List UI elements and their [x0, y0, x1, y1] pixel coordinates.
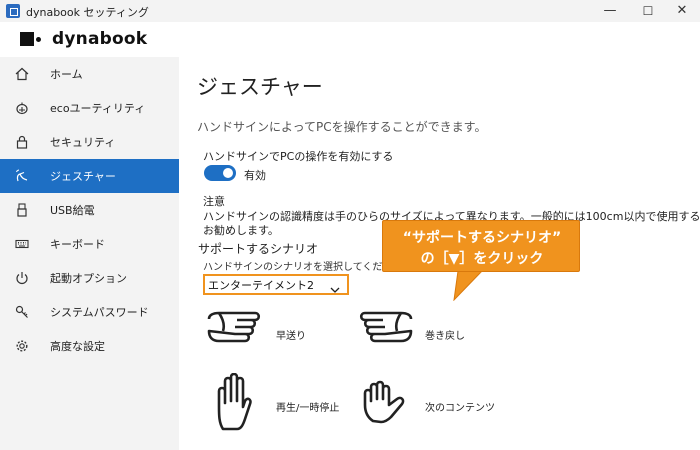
gesture-toggle-switch[interactable]	[204, 165, 236, 181]
maximize-icon[interactable]: ☐	[630, 0, 666, 22]
scenario-heading: サポートするシナリオ	[198, 242, 319, 256]
keyboard-icon	[14, 236, 30, 252]
gesture-label: 再生/一時停止	[276, 403, 340, 414]
page-description: ハンドサインによってPCを操作することができます。	[197, 120, 487, 134]
chevron-down-icon[interactable]	[330, 280, 340, 293]
sidebar-item-label: ジェスチャー	[50, 170, 116, 183]
sidebar-item-eco[interactable]: ecoユーティリティ	[0, 91, 179, 125]
home-icon	[14, 66, 30, 82]
sidebar-item-label: ホーム	[50, 68, 83, 81]
sidebar-item-label: ecoユーティリティ	[50, 102, 146, 115]
sidebar-item-label: システムパスワード	[50, 306, 149, 319]
sidebar-item-gesture[interactable]: ジェスチャー	[0, 159, 179, 193]
sidebar-item-label: 高度な設定	[50, 340, 105, 353]
sidebar-item-home[interactable]: ホーム	[0, 57, 179, 91]
minimize-icon[interactable]: —	[592, 0, 628, 22]
hand-thumb-icon	[363, 380, 405, 424]
usb-icon	[14, 202, 30, 218]
logo-mark-icon	[20, 31, 44, 47]
callout-pointer	[453, 271, 483, 301]
sidebar-item-keyboard[interactable]: キーボード	[0, 227, 179, 261]
brand-name: dynabook	[52, 29, 148, 49]
sidebar-item-usb[interactable]: USB給電	[0, 193, 179, 227]
callout-box: “サポートするシナリオ” の［▼］をクリック	[382, 220, 580, 272]
sidebar: ホーム ecoユーティリティ セキュリティ ジェスチャー USB給電 キーボード	[0, 57, 179, 450]
toggle-state-text: 有効	[244, 169, 266, 182]
title-bar: dynabook セッティング — ☐ ✕	[0, 0, 700, 22]
gesture-label: 早送り	[276, 331, 306, 342]
brand-logo: dynabook	[20, 28, 147, 50]
eco-icon	[14, 100, 30, 116]
callout-text-line2: の［▼］をクリック	[420, 251, 544, 267]
gesture-label: 巻き戻し	[425, 331, 465, 342]
lock-icon	[14, 134, 30, 150]
sidebar-item-advanced[interactable]: 高度な設定	[0, 329, 179, 363]
scenario-select[interactable]: エンターテイメント2	[206, 277, 346, 293]
toggle-knob	[223, 168, 233, 178]
sidebar-item-label: セキュリティ	[50, 136, 116, 149]
sidebar-item-boot-options[interactable]: 起動オプション	[0, 261, 179, 295]
open-palm-icon	[217, 373, 252, 431]
gear-icon	[14, 338, 30, 354]
callout-text-line1: “サポートするシナリオ”	[402, 230, 562, 246]
note-heading: 注意	[203, 195, 225, 208]
scenario-select-value: エンターテイメント2	[208, 278, 314, 292]
scenario-description: ハンドサインのシナリオを選択してください。	[203, 262, 413, 273]
toggle-label: ハンドサインでPCの操作を有効にする	[203, 150, 394, 163]
window-title: dynabook セッティング	[26, 6, 149, 19]
sidebar-item-label: 起動オプション	[50, 272, 127, 285]
app-icon	[6, 4, 20, 18]
main-panel: ジェスチャー ハンドサインによってPCを操作することができます。 ハンドサインで…	[179, 57, 700, 450]
sidebar-item-label: キーボード	[50, 238, 105, 251]
hand-point-right-icon	[207, 311, 261, 343]
sidebar-item-system-password[interactable]: システムパスワード	[0, 295, 179, 329]
gesture-icon	[14, 168, 30, 184]
sidebar-item-label: USB給電	[50, 204, 95, 217]
key-icon	[14, 304, 30, 320]
power-icon	[14, 270, 30, 286]
note-text-line2: お勧めします。	[203, 224, 279, 237]
close-icon[interactable]: ✕	[664, 0, 700, 22]
page-title: ジェスチャー	[197, 75, 323, 99]
hand-point-left-icon	[359, 311, 413, 343]
gesture-label: 次のコンテンツ	[425, 403, 495, 414]
sidebar-item-security[interactable]: セキュリティ	[0, 125, 179, 159]
